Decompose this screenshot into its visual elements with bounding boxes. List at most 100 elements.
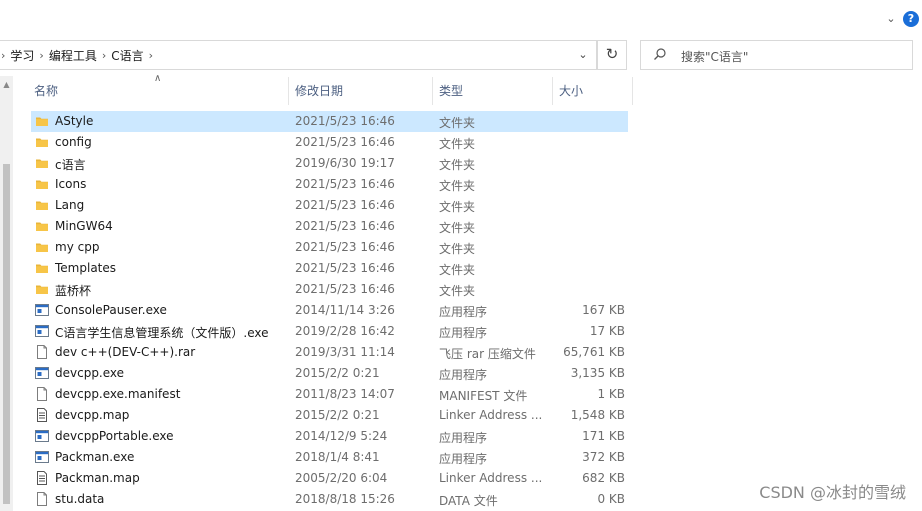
file-size: 1,548 KB: [570, 408, 625, 422]
breadcrumb: › 学习 › 编程工具 › C语言 ›: [0, 41, 158, 69]
exe-icon: [35, 366, 49, 380]
file-name: devcpp.exe: [55, 366, 125, 380]
file-name: MinGW64: [55, 219, 113, 233]
file-row[interactable]: devcppPortable.exe 2014/12/9 5:24 应用程序 171 …: [31, 426, 628, 447]
breadcrumb-chevron-icon[interactable]: ›: [97, 49, 111, 62]
column-header-date[interactable]: 修改日期: [295, 77, 343, 105]
file-type: DATA 文件: [439, 494, 498, 508]
folder-icon: [35, 198, 49, 212]
file-row[interactable]: Packman.map 2005/2/20 6:04 Linker Address …: [31, 468, 628, 489]
file-modified-date: 2021/5/23 16:46: [295, 261, 395, 275]
folder-icon: [35, 219, 49, 233]
watermark: CSDN @冰封的雪绒: [759, 483, 906, 502]
file-icon: [35, 387, 49, 401]
file-modified-date: 2015/2/2 0:21: [295, 408, 380, 422]
file-name: Packman.exe: [55, 450, 135, 464]
file-name: devcpp.map: [55, 408, 130, 422]
breadcrumb-item-tools[interactable]: 编程工具: [49, 47, 97, 64]
exe-icon: [35, 303, 49, 317]
file-row[interactable]: ConsolePauser.exe 2014/11/14 3:26 应用程序 167 …: [31, 300, 628, 321]
file-row[interactable]: devcpp.map 2015/2/2 0:21 Linker Address ..…: [31, 405, 628, 426]
column-divider[interactable]: [432, 77, 433, 105]
file-name: Lang: [55, 198, 85, 212]
file-row[interactable]: MinGW64 2021/5/23 16:46 文件夹: [31, 216, 628, 237]
file-row[interactable]: dev c++(DEV-C++).rar 2019/3/31 11:14 飞压 ra…: [31, 342, 628, 363]
refresh-button[interactable]: ↻: [597, 40, 627, 70]
file-row[interactable]: C语言学生信息管理系统（文件版）.exe 2019/2/28 16:42 应用程序 1…: [31, 321, 628, 342]
file-size: 1 KB: [597, 387, 625, 401]
breadcrumb-chevron-icon[interactable]: ›: [34, 49, 48, 62]
file-type: 应用程序: [439, 305, 488, 319]
file-modified-date: 2021/5/23 16:46: [295, 114, 395, 128]
file-size: 167 KB: [582, 303, 625, 317]
search-box[interactable]: 搜索"C语言": [640, 40, 913, 70]
breadcrumb-item-study[interactable]: 学习: [10, 47, 34, 64]
breadcrumb-item-c-language[interactable]: C语言: [111, 47, 143, 64]
breadcrumb-chevron-icon[interactable]: ›: [0, 49, 10, 62]
folder-icon: [35, 156, 49, 170]
column-header-size[interactable]: 大小: [559, 77, 583, 105]
address-bar[interactable]: › 学习 › 编程工具 › C语言 › ⌄: [0, 40, 597, 70]
file-size: 3,135 KB: [570, 366, 625, 380]
file-row[interactable]: c语言 2019/6/30 19:17 文件夹: [31, 153, 628, 174]
file-type: 应用程序: [439, 452, 488, 466]
file-row[interactable]: 蓝桥杯 2021/5/23 16:46 文件夹: [31, 279, 628, 300]
column-header-name[interactable]: 名称: [34, 77, 58, 105]
expand-ribbon-chevron-icon[interactable]: ⌄: [884, 12, 898, 26]
column-divider[interactable]: [288, 77, 289, 105]
search-placeholder: 搜索"C语言": [681, 50, 749, 64]
sort-ascending-icon: ∧: [154, 73, 162, 84]
file-modified-date: 2014/12/9 5:24: [295, 429, 388, 443]
file-row[interactable]: AStyle 2021/5/23 16:46 文件夹: [31, 111, 628, 132]
scrollbar-thumb[interactable]: [3, 164, 10, 504]
file-type: 文件夹: [439, 263, 476, 277]
file-name: devcpp.exe.manifest: [55, 387, 181, 401]
file-name: Templates: [55, 261, 117, 275]
file-modified-date: 2021/5/23 16:46: [295, 219, 395, 233]
column-divider[interactable]: [552, 77, 553, 105]
file-row[interactable]: stu.data 2018/8/18 15:26 DATA 文件 0 KB: [31, 489, 628, 510]
file-type: 文件夹: [439, 284, 476, 298]
file-modified-date: 2015/2/2 0:21: [295, 366, 380, 380]
file-name: AStyle: [55, 114, 94, 128]
column-divider[interactable]: [632, 77, 633, 105]
file-type: 文件夹: [439, 137, 476, 151]
help-icon[interactable]: ?: [903, 11, 919, 27]
folder-icon: [35, 261, 49, 275]
file-type: 文件夹: [439, 221, 476, 235]
breadcrumb-chevron-icon[interactable]: ›: [144, 49, 158, 62]
file-size: 0 KB: [597, 492, 625, 506]
folder-icon: [35, 114, 49, 128]
file-name: Icons: [55, 177, 87, 191]
column-header-type[interactable]: 类型: [439, 77, 463, 105]
file-name: devcppPortable.exe: [55, 429, 174, 443]
file-row[interactable]: Lang 2021/5/23 16:46 文件夹: [31, 195, 628, 216]
navigation-pane-scrollbar[interactable]: ▲: [0, 76, 13, 511]
file-modified-date: 2018/1/4 8:41: [295, 450, 380, 464]
file-type: 文件夹: [439, 116, 476, 130]
file-type: 飞压 rar 压缩文件: [439, 347, 536, 361]
search-icon: [654, 48, 666, 60]
file-row[interactable]: my cpp 2021/5/23 16:46 文件夹: [31, 237, 628, 258]
folder-icon: [35, 282, 49, 296]
file-type: 文件夹: [439, 200, 476, 214]
file-name: c语言: [55, 158, 86, 172]
scroll-up-arrow-icon[interactable]: ▲: [2, 80, 11, 89]
file-name: my cpp: [55, 240, 100, 254]
file-row[interactable]: devcpp.exe 2015/2/2 0:21 应用程序 3,135 KB: [31, 363, 628, 384]
file-type: 应用程序: [439, 431, 488, 445]
file-name: C语言学生信息管理系统（文件版）.exe: [55, 326, 269, 340]
folder-icon: [35, 135, 49, 149]
ribbon-strip: [0, 0, 922, 36]
file-icon: [35, 345, 49, 359]
file-size: 171 KB: [582, 429, 625, 443]
file-type: 文件夹: [439, 179, 476, 193]
address-history-dropdown-icon[interactable]: ⌄: [576, 48, 590, 62]
file-modified-date: 2021/5/23 16:46: [295, 240, 395, 254]
file-row[interactable]: Templates 2021/5/23 16:46 文件夹: [31, 258, 628, 279]
file-row[interactable]: Icons 2021/5/23 16:46 文件夹: [31, 174, 628, 195]
file-row[interactable]: devcpp.exe.manifest 2011/8/23 14:07 MANIFE…: [31, 384, 628, 405]
file-row[interactable]: Packman.exe 2018/1/4 8:41 应用程序 372 KB: [31, 447, 628, 468]
file-row[interactable]: config 2021/5/23 16:46 文件夹: [31, 132, 628, 153]
file-modified-date: 2021/5/23 16:46: [295, 135, 395, 149]
